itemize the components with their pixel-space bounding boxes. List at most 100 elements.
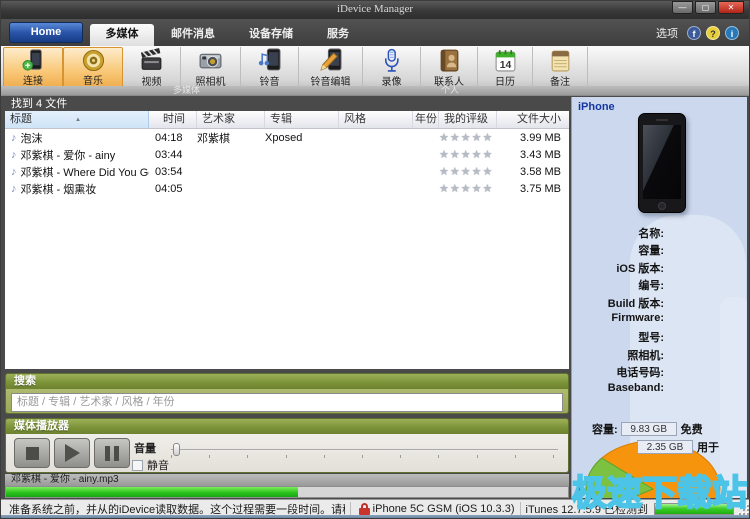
- ribbon-group-band: [1, 86, 749, 95]
- camera-button[interactable]: 照相机: [181, 47, 241, 88]
- music-icon: [81, 49, 106, 72]
- iphone-image: [638, 113, 686, 213]
- site-watermark: 极速下载站: [572, 465, 747, 516]
- rating-stars[interactable]: ★★★★★: [439, 183, 493, 195]
- ringtone-edit-button[interactable]: 铃音编辑: [299, 47, 363, 88]
- device-info-panel: iPhone 名称: 容量: iOS 版本: 编号: Build 版本: Fir…: [571, 97, 747, 498]
- sort-arrow-icon: ▲: [75, 112, 81, 128]
- device-field-labels: 名称: 容量: iOS 版本: 编号: Build 版本: Firmware: …: [572, 225, 664, 399]
- field-serial: 编号:: [572, 277, 664, 294]
- column-header-title[interactable]: 标题▲: [5, 111, 149, 128]
- camera-icon: [198, 48, 223, 73]
- now-playing-label: 邓紫棋 - 爱你 - ainy.mp3: [5, 474, 569, 486]
- column-header-year[interactable]: 年份: [413, 111, 439, 128]
- play-button[interactable]: [54, 438, 90, 468]
- volume-track: [171, 449, 558, 451]
- pause-button[interactable]: [94, 438, 130, 468]
- media-player-panel: 媒体播放器 音量 静音: [5, 418, 569, 473]
- minimize-button[interactable]: —: [672, 1, 693, 14]
- capacity-used-suffix: 用于: [697, 439, 719, 455]
- status-device-info: iPhone 5C GSM (iOS 10.3.3): [373, 503, 515, 515]
- group-label-multimedia: 多媒体: [173, 86, 200, 95]
- group-label-personal: 个人: [441, 86, 459, 95]
- tab-services[interactable]: 服务: [310, 25, 366, 41]
- music-button[interactable]: 音乐: [63, 47, 123, 88]
- field-name: 名称:: [572, 225, 664, 242]
- help-icon[interactable]: ?: [706, 26, 720, 40]
- column-header-artist[interactable]: 艺术家: [197, 111, 265, 128]
- capacity-free-suffix: 免费: [681, 421, 703, 437]
- close-button[interactable]: ✕: [718, 1, 744, 14]
- music-note-icon: ♪: [11, 166, 17, 178]
- mute-checkbox[interactable]: [132, 460, 143, 471]
- device-panel-title: iPhone: [578, 101, 615, 113]
- lock-icon: [359, 503, 370, 515]
- music-note-icon: ♪: [11, 183, 17, 195]
- tab-device-storage[interactable]: 设备存储: [232, 25, 310, 41]
- ringtone-icon: [257, 48, 282, 73]
- ringtone-edit-icon: [318, 48, 343, 73]
- search-input[interactable]: [11, 393, 563, 412]
- calendar-button[interactable]: 14 日历: [478, 47, 533, 88]
- capacity-used-value: 2.35 GB: [637, 440, 693, 454]
- table-header: 标题▲ 时间 艺术家 专辑 风格 年份 我的评级 文件大小: [5, 111, 569, 129]
- volume-ticks: [171, 455, 554, 459]
- field-build-version: Build 版本:: [572, 295, 664, 312]
- notes-button[interactable]: 备注: [533, 47, 588, 88]
- media-player-header: 媒体播放器: [6, 419, 568, 434]
- calendar-icon: 14: [493, 48, 518, 73]
- record-button[interactable]: 录像: [363, 47, 421, 88]
- found-files-text: 找到 4 文件: [5, 97, 569, 111]
- connect-button[interactable]: 连接: [3, 47, 63, 88]
- ringtone-button[interactable]: 铃音: [241, 47, 299, 88]
- info-icon[interactable]: i: [725, 26, 739, 40]
- pause-icon: [105, 446, 119, 461]
- video-button[interactable]: 视频: [123, 47, 181, 88]
- table-row[interactable]: ♪邓紫棋 - Where Did You Go 03:54 ★★★★★ 3.58…: [5, 163, 569, 180]
- rating-stars[interactable]: ★★★★★: [439, 166, 493, 178]
- table-row[interactable]: ♪邓紫棋 - 爱你 - ainy 03:44 ★★★★★ 3.43 MB: [5, 146, 569, 163]
- window-title: iDevice Manager: [1, 3, 749, 15]
- volume-slider[interactable]: [171, 446, 558, 462]
- column-header-album[interactable]: 专辑: [265, 111, 339, 128]
- app-window: iDevice Manager — ▢ ✕ Home 多媒体 邮件消息 设备存储…: [0, 0, 750, 519]
- tab-home[interactable]: Home: [9, 22, 83, 43]
- notes-icon: [548, 48, 573, 73]
- microphone-icon: [379, 48, 404, 73]
- menubar: Home 多媒体 邮件消息 设备存储 服务 选项 f ? i: [1, 19, 749, 46]
- stop-button[interactable]: [14, 438, 50, 468]
- column-header-size[interactable]: 文件大小: [497, 111, 569, 128]
- capacity-label: 容量:: [592, 421, 618, 437]
- table-row[interactable]: ♪泡沫 04:18 邓紫棋 Xposed ★★★★★ 3.99 MB: [5, 129, 569, 146]
- capacity-free-value: 9.83 GB: [621, 422, 677, 436]
- titlebar: iDevice Manager — ▢ ✕: [1, 1, 749, 19]
- maximize-button[interactable]: ▢: [695, 1, 716, 14]
- field-baseband: Baseband:: [572, 382, 664, 399]
- field-model: 型号:: [572, 329, 664, 346]
- column-header-rating[interactable]: 我的评级: [439, 111, 497, 128]
- video-icon: [139, 48, 164, 73]
- tab-multimedia[interactable]: 多媒体: [90, 24, 154, 46]
- facebook-icon[interactable]: f: [687, 26, 701, 40]
- options-button[interactable]: 选项: [656, 25, 678, 41]
- contacts-icon: [437, 48, 462, 73]
- play-icon: [65, 444, 80, 462]
- column-header-genre[interactable]: 风格: [339, 111, 413, 128]
- column-header-time[interactable]: 时间: [149, 111, 197, 128]
- field-phone-number: 电话号码:: [572, 364, 664, 381]
- rating-stars[interactable]: ★★★★★: [439, 132, 493, 144]
- table-row[interactable]: ♪邓紫棋 - 烟熏妆 04:05 ★★★★★ 3.75 MB: [5, 180, 569, 197]
- music-note-icon: ♪: [11, 132, 17, 144]
- rating-stars[interactable]: ★★★★★: [439, 149, 493, 161]
- mute-label: 静音: [147, 457, 169, 473]
- search-panel-header: 搜索: [6, 374, 568, 389]
- song-progress-bar: [5, 486, 569, 498]
- field-capacity: 容量:: [572, 242, 664, 259]
- search-panel: 搜索: [5, 373, 569, 414]
- field-firmware: Firmware:: [572, 312, 664, 329]
- tab-mail[interactable]: 邮件消息: [154, 25, 232, 41]
- field-camera: 照相机:: [572, 347, 664, 364]
- contacts-button[interactable]: 联系人: [421, 47, 478, 88]
- volume-label: 音量: [134, 440, 156, 456]
- music-note-icon: ♪: [11, 149, 17, 161]
